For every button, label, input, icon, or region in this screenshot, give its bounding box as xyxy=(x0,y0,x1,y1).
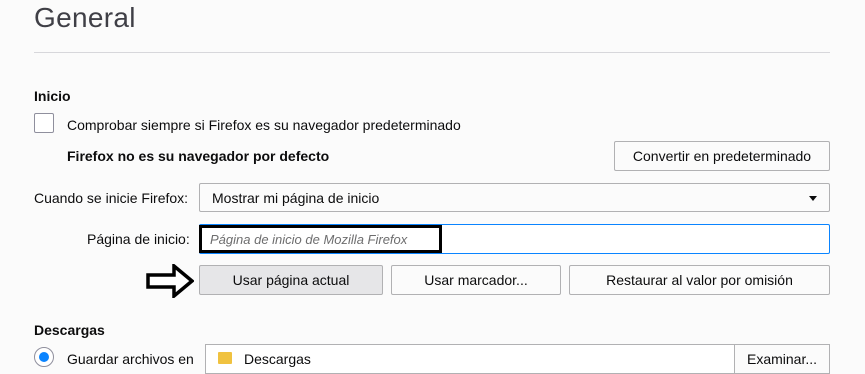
save-files-radio[interactable] xyxy=(34,347,54,367)
always-check-default-checkbox[interactable] xyxy=(34,113,54,133)
use-current-page-button[interactable]: Usar página actual xyxy=(199,265,383,295)
when-starts-value: Mostrar mi página de inicio xyxy=(212,190,380,206)
chevron-down-icon xyxy=(809,196,817,201)
browse-button[interactable]: Examinar... xyxy=(734,344,830,374)
restore-default-button[interactable]: Restaurar al valor por omisión xyxy=(569,265,830,295)
make-default-button[interactable]: Convertir en predeterminado xyxy=(614,141,830,171)
title-divider xyxy=(34,52,830,53)
download-folder-field[interactable]: Descargas Examinar... xyxy=(205,344,830,374)
not-default-status: Firefox no es su navegador por defecto xyxy=(67,148,330,164)
downloads-heading: Descargas xyxy=(34,322,105,338)
when-starts-select[interactable]: Mostrar mi página de inicio xyxy=(199,183,830,212)
when-starts-label: Cuando se inicie Firefox: xyxy=(34,190,189,206)
download-folder-name: Descargas xyxy=(244,351,311,367)
folder-icon xyxy=(218,352,232,364)
startup-heading: Inicio xyxy=(34,88,71,104)
save-files-label[interactable]: Guardar archivos en xyxy=(67,351,194,367)
always-check-default-label[interactable]: Comprobar siempre si Firefox es su naveg… xyxy=(67,117,461,133)
use-bookmark-button[interactable]: Usar marcador... xyxy=(391,265,561,295)
right-arrow-icon xyxy=(146,264,194,298)
page-title: General xyxy=(34,2,136,33)
placeholder-highlight-box xyxy=(199,225,442,253)
homepage-label: Página de inicio: xyxy=(87,231,190,247)
